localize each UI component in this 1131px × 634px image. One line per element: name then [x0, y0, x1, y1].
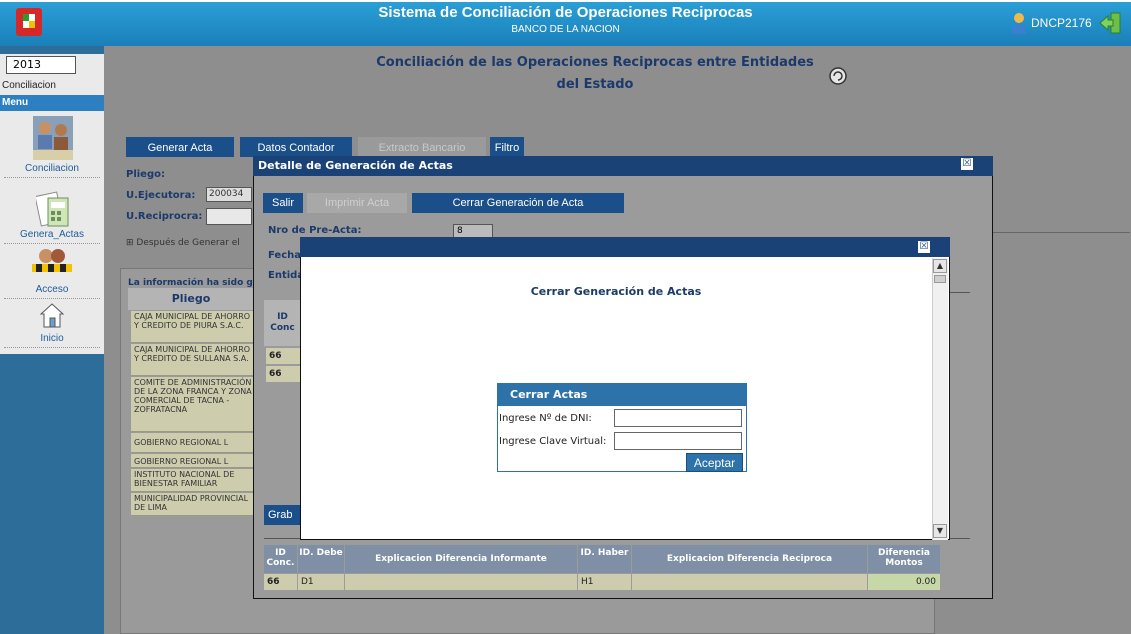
user-name: DNCP2176 [1031, 16, 1092, 30]
tab-generar-acta[interactable]: Generar Acta [126, 137, 234, 157]
app-title: Sistema de Conciliación de Operaciones R… [378, 4, 753, 21]
home-icon[interactable] [40, 303, 64, 329]
sidebar-divider [4, 298, 100, 299]
sidebar-divider [4, 177, 100, 178]
tab-filtro[interactable]: Filtro [490, 137, 524, 157]
col-id-conc: ID Conc. [264, 545, 297, 573]
scroll-up-icon[interactable]: ▲ [933, 259, 947, 273]
aceptar-button[interactable]: Aceptar [686, 453, 743, 472]
col-explicacion-reciproca: Explicacion Diferencia Reciproca [632, 545, 867, 573]
scroll-thumb[interactable] [934, 275, 946, 283]
cell-explicacion-reciproca[interactable] [632, 574, 867, 590]
scroll-down-icon[interactable]: ▼ [933, 524, 947, 538]
pre-acta-number: 8 [453, 224, 493, 238]
expand-note[interactable]: ⊞ Después de Generar el [126, 238, 240, 248]
col-id-haber: ID. Haber [578, 545, 631, 573]
salir-button[interactable]: Salir [263, 193, 303, 213]
table-row[interactable]: 66 [266, 348, 301, 364]
ejecutora-label: U.Ejecutora: [126, 190, 196, 201]
clave-label: Ingrese Clave Virtual: [499, 436, 607, 447]
sidebar-item-inicio[interactable]: Inicio [0, 333, 104, 344]
clave-input[interactable] [614, 432, 742, 450]
close-icon[interactable]: ☒ [961, 158, 973, 170]
sidebar-divider [4, 243, 100, 244]
sidebar-divider [4, 347, 100, 348]
sidebar-item-conciliacion[interactable]: Conciliacion [0, 163, 104, 174]
entidad-label: Entida [268, 270, 305, 281]
cell-diferencia-montos: 0.00 [868, 574, 940, 590]
ejecutora-field[interactable]: 200034 [206, 187, 252, 202]
cell-id-haber: H1 [578, 574, 631, 590]
cell-id-conc: 66 [264, 574, 297, 590]
refresh-icon[interactable] [828, 66, 848, 86]
document-calculator-icon[interactable] [36, 190, 70, 228]
col-id-debe: ID. Debe [298, 545, 344, 573]
table-row[interactable]: MUNICIPALIDAD PROVINCIAL DE LIMA [131, 493, 255, 516]
cerrar-modal-titlebar [300, 237, 950, 257]
reciprocra-field[interactable] [206, 208, 252, 225]
sidebar-item-acceso[interactable]: Acceso [0, 284, 104, 295]
table-row[interactable]: CAJA MUNICIPAL DE AHORRO Y CREDITO DE SU… [131, 344, 255, 376]
table-row[interactable]: GOBIERNO REGIONAL L [131, 433, 255, 453]
pliego-label: Pliego: [126, 169, 165, 180]
year-selector[interactable]: 2013 [6, 56, 76, 74]
detalle-modal-title: Detalle de Generación de Actas [258, 159, 453, 172]
dni-label: Ingrese Nº de DNI: [499, 413, 592, 424]
table-row[interactable]: INSTITUTO NACIONAL DE BIENESTAR FAMILIAR [131, 469, 255, 492]
cell-id-debe: D1 [298, 574, 344, 590]
table-row[interactable]: 66 [266, 366, 301, 382]
pre-acta-label: Nro de Pre-Acta: [268, 225, 362, 236]
imprimir-acta-button[interactable]: Imprimir Acta [307, 193, 407, 213]
col-diferencia-montos: Diferencia Montos [868, 545, 940, 573]
close-icon[interactable]: ☒ [918, 241, 930, 253]
user-icon [1012, 13, 1026, 34]
cell-explicacion-informante[interactable] [345, 574, 577, 590]
exit-icon[interactable] [1098, 11, 1122, 35]
reciprocra-label: U.Reciprocra: [126, 211, 203, 222]
restricted-access-icon[interactable] [32, 246, 72, 280]
fecha-label: Fecha [268, 250, 302, 261]
grabar-button[interactable]: Grab [264, 505, 300, 525]
table-row[interactable]: GOBIERNO REGIONAL L [131, 454, 255, 468]
table-row[interactable]: COMITE DE ADMINISTRACIÓN DE LA ZONA FRAN… [131, 377, 255, 432]
cerrar-generacion-button[interactable]: Cerrar Generación de Acta [412, 193, 624, 213]
page-title: Conciliación de las Operaciones Reciproc… [376, 55, 814, 92]
tab-extracto-bancario[interactable]: Extracto Bancario [358, 137, 486, 157]
cerrar-actas-header: Cerrar Actas [498, 384, 746, 406]
meeting-people-icon[interactable] [33, 116, 73, 160]
tab-datos-contador[interactable]: Datos Contador [240, 137, 352, 157]
id-conc-header: ID Conc [264, 300, 301, 346]
app-subtitle: BANCO DE LA NACION [511, 24, 620, 35]
dni-input[interactable] [614, 409, 742, 427]
table-row[interactable]: CAJA MUNICIPAL DE AHORRO Y CREDITO DE PI… [131, 311, 255, 343]
menu-header: Menu [0, 95, 104, 111]
col-explicacion-informante: Explicacion Diferencia Informante [345, 545, 577, 573]
sidebar-item-genera-actas[interactable]: Genera_Actas [0, 229, 104, 240]
section-label: Conciliacion [2, 80, 56, 91]
info-header: La información ha sido g [128, 278, 253, 288]
cerrar-modal-heading: Cerrar Generación de Actas [530, 285, 702, 298]
pliego-column-header: Pliego [128, 288, 254, 310]
scrollbar[interactable] [932, 258, 948, 540]
